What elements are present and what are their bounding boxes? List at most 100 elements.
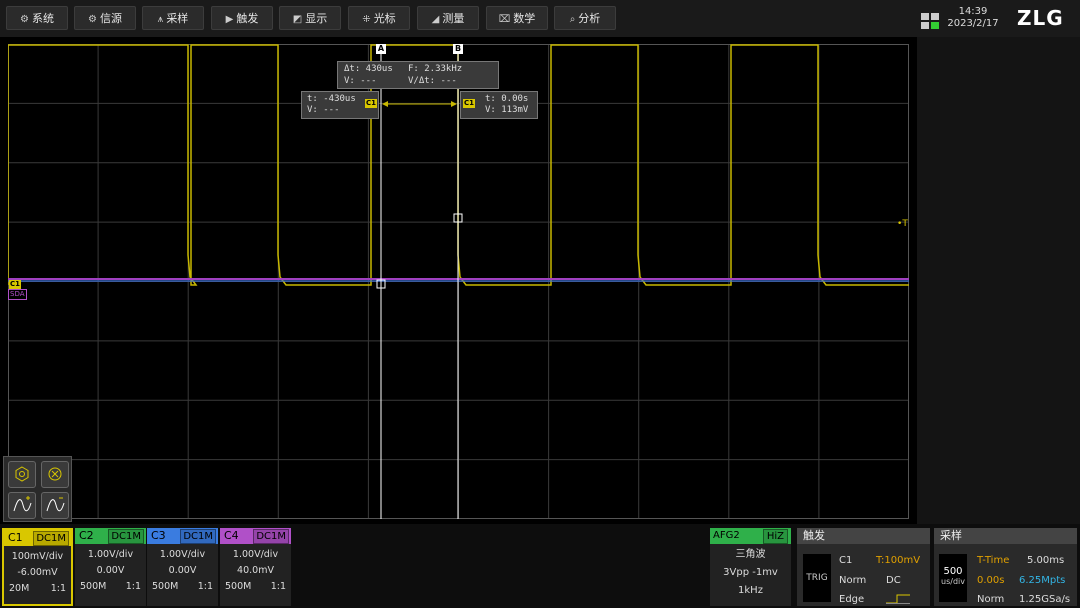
display-icon: ◩	[292, 14, 303, 25]
channel-bandwidth: 500M	[80, 581, 107, 592]
afg-name: AFG2	[713, 530, 740, 541]
acquire-mode: Norm	[977, 594, 1005, 605]
channel-offset: 0.00V	[168, 565, 197, 576]
delta-v-dt: V/Δt: ---	[408, 76, 457, 86]
cursor-b-volt: V: 113mV	[485, 105, 529, 115]
cursor-icon: ⁜	[362, 14, 371, 25]
trigger-marker-label: T	[902, 219, 908, 229]
cursor-a-time: t: -430us	[307, 94, 356, 104]
tool-palette	[3, 456, 72, 522]
toolbar-button-label: 数学	[513, 12, 536, 25]
time-text: 14:39	[958, 6, 988, 17]
cursor-a-channel-tag: C1	[365, 99, 378, 108]
channel-scale: 100mV/div	[11, 551, 64, 562]
waveform-display[interactable]	[8, 44, 909, 519]
trigger-source: C1	[839, 555, 853, 566]
date-text: 2023/2/17	[947, 18, 999, 29]
afg-frequency: 1kHz	[738, 585, 763, 596]
toolbar-button-6[interactable]: ◢ 测量	[417, 6, 479, 30]
cursor-b-time: t: 0.00s	[485, 94, 529, 104]
afg-panel[interactable]: AFG2 HiZ 三角波 3Vpp -1mv 1kHz	[710, 528, 791, 606]
cursor-a-volt: V: ---	[307, 105, 340, 115]
toolbar-button-5[interactable]: ⁜ 光标	[348, 6, 410, 30]
afg-wave: 三角波	[735, 549, 766, 560]
add-waveform-button[interactable]	[8, 492, 36, 519]
channel-coupling: DC1M	[33, 531, 69, 546]
math-icon: ⌧	[498, 14, 511, 25]
toolbar-button-label: 显示	[305, 12, 328, 25]
channel-box-c2[interactable]: C2 DC1M 1.00V/div 0.00V 500M 1:1	[75, 528, 146, 606]
channel-box-c3[interactable]: C3 DC1M 1.00V/div 0.00V 500M 1:1	[147, 528, 218, 606]
channel-box-c4[interactable]: C4 DC1M 1.00V/div 40.0mV 500M 1:1	[220, 528, 291, 606]
channel-offset: 40.0mV	[237, 565, 274, 576]
top-toolbar: ⚙ 系统 ⚙ 信源 ⩚ 采样 ▶ 触发 ◩ 显示 ⁜ 光标 ◢ 测量 ⌧ 数学 ⌕ 分析 14:39 2023/2…	[0, 0, 1080, 37]
sample-rate: 1.25GSa/s	[1019, 594, 1071, 605]
memory-depth: 6.25Mpts	[1019, 575, 1066, 586]
toolbar-button-1[interactable]: ⚙ 信源	[74, 6, 136, 30]
trigger-level-marker[interactable]: •T	[897, 219, 908, 229]
channel-scale: 1.00V/div	[87, 549, 134, 560]
close-circle-icon	[48, 467, 62, 481]
channel-box-c1[interactable]: C1 DC1M 100mV/div -6.00mV 20M 1:1	[2, 528, 73, 606]
channel-bandwidth: 20M	[9, 583, 30, 594]
analyze-icon: ⌕	[569, 14, 576, 25]
timebase-unit: us/div	[941, 577, 965, 586]
c1-offset-marker[interactable]: C1	[9, 280, 22, 289]
channel-scale: 1.00V/div	[232, 549, 279, 560]
toolbar-button-label: 光标	[373, 12, 396, 25]
toolbar-button-label: 系统	[31, 12, 54, 25]
timebase-box[interactable]: 500 us/div	[939, 554, 967, 602]
toolbar-button-7[interactable]: ⌧ 数学	[486, 6, 548, 30]
cursor-delta-readout: Δt: 430us F: 2.33kHz V: --- V/Δt: ---	[337, 61, 499, 89]
channel-offset: -6.00mV	[17, 567, 58, 578]
sda-bus-marker[interactable]: SDA	[8, 289, 27, 300]
clear-tool-button[interactable]	[41, 461, 69, 488]
brand-logo: ZLG	[1017, 6, 1064, 30]
measure-icon: ◢	[431, 14, 440, 25]
channel-bandwidth: 500M	[225, 581, 252, 592]
afg-impedance: HiZ	[762, 529, 788, 544]
toolbar-button-4[interactable]: ◩ 显示	[279, 6, 341, 30]
toolbar-button-label: 分析	[578, 12, 601, 25]
toolbar-button-label: 触发	[236, 12, 259, 25]
hexagon-gear-icon	[15, 466, 29, 482]
channel-coupling: DC1M	[253, 529, 289, 544]
delta-f: F: 2.33kHz	[408, 64, 463, 74]
trig-badge: TRIG	[803, 554, 831, 602]
clock: 14:39 2023/2/17	[944, 6, 1002, 30]
gear-icon: ⚙	[20, 14, 29, 25]
channel-bandwidth: 500M	[152, 581, 179, 592]
trigger-panel[interactable]: 触发 TRIG C1 T:100mV Norm DC Edge	[797, 528, 930, 606]
channel-name: C3	[151, 529, 166, 542]
toolbar-button-label: 测量	[442, 12, 465, 25]
channel-probe: 1:1	[50, 583, 66, 594]
toolbar-button-2[interactable]: ⩚ 采样	[142, 6, 204, 30]
settings-tool-button[interactable]	[8, 461, 36, 488]
acquire-icon: ⩚	[157, 14, 164, 25]
delta-t: Δt: 430us	[344, 64, 393, 74]
wave-minus-icon	[46, 497, 65, 512]
trigger-coupling: DC	[886, 575, 901, 586]
battery-icon	[921, 13, 939, 29]
acquire-panel[interactable]: 采样 500 us/div T-Time 5.00ms 0.00s 6.25Mp…	[934, 528, 1077, 606]
ttime-value: 5.00ms	[1027, 555, 1065, 566]
bottom-status-bar: C1 DC1M 100mV/div -6.00mV 20M 1:1 C2 DC1M 1.00V/…	[0, 524, 1080, 608]
acquire-title: 采样	[934, 528, 1077, 544]
toolbar-button-label: 信源	[99, 12, 122, 25]
toolbar-button-3[interactable]: ▶ 触发	[211, 6, 273, 30]
channel-probe: 1:1	[270, 581, 286, 592]
time-offset: 0.00s	[977, 575, 1005, 586]
channel-scale: 1.00V/div	[159, 549, 206, 560]
arrow-right-icon	[451, 101, 457, 107]
remove-waveform-button[interactable]	[41, 492, 69, 519]
delta-v: V: ---	[344, 76, 377, 86]
trigger-mode: Norm	[839, 575, 867, 586]
toolbar-button-0[interactable]: ⚙ 系统	[6, 6, 68, 30]
toolbar-button-8[interactable]: ⌕ 分析	[554, 6, 616, 30]
channel-offset: 0.00V	[96, 565, 125, 576]
wave-plus-icon	[13, 496, 32, 512]
cursor-b-marker[interactable]: B	[453, 44, 463, 54]
channel-coupling: DC1M	[108, 529, 144, 544]
cursor-a-marker[interactable]: A	[376, 44, 386, 54]
afg-amplitude: 3Vpp -1mv	[723, 567, 778, 578]
